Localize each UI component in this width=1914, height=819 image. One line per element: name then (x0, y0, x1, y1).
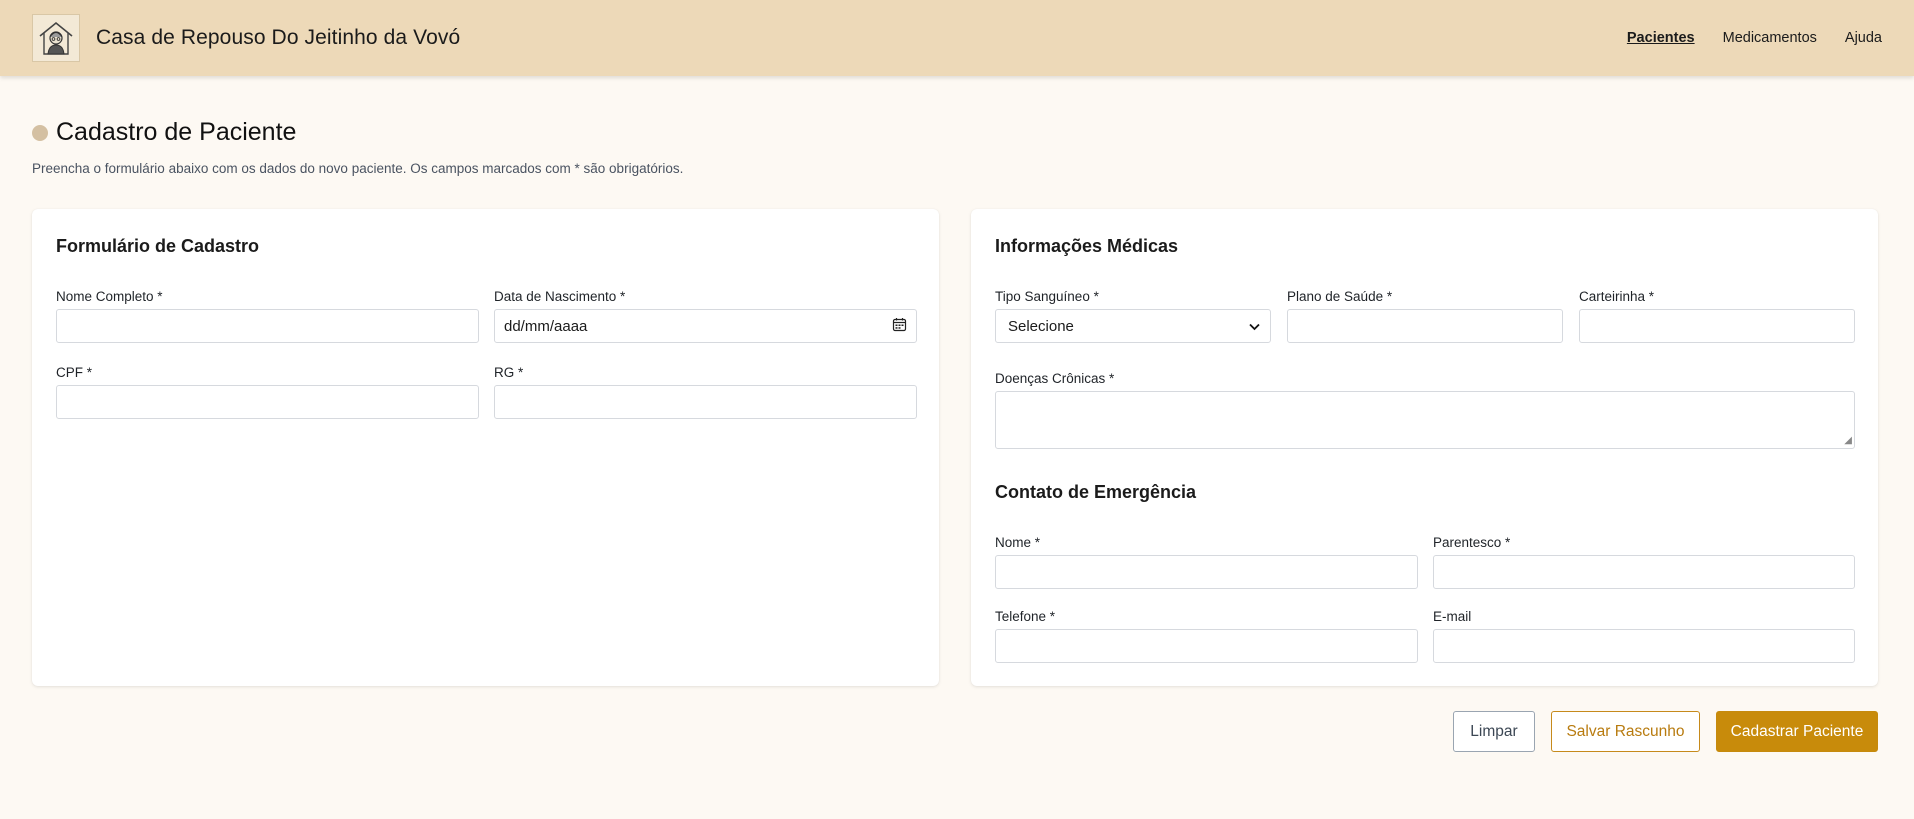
clear-button[interactable]: Limpar (1453, 711, 1535, 752)
app-header: Casa de Repouso Do Jeitinho da Vovó Paci… (0, 0, 1914, 76)
parentesco-input[interactable] (1433, 555, 1855, 589)
parentesco-field: Parentesco * (1433, 535, 1855, 589)
carteirinha-label: Carteirinha * (1579, 289, 1655, 304)
tipo-sanguineo-value: Selecione (1008, 317, 1074, 335)
email-input[interactable] (1433, 629, 1855, 663)
parentesco-label: Parentesco * (1433, 535, 1511, 550)
telefone-field: Telefone * (995, 609, 1418, 663)
nav-item-medicamentos[interactable]: Medicamentos (1723, 30, 1817, 46)
page-title: Cadastro de Paciente (56, 118, 297, 146)
registration-form-title: Formulário de Cadastro (56, 236, 260, 256)
resize-handle-icon[interactable]: ◢ (1844, 436, 1852, 446)
data-nascimento-field: Data de Nascimento * dd/mm/aaaa (494, 289, 917, 343)
registration-form-card: Formulário de Cadastro Nome Completo * D… (32, 209, 939, 686)
cpf-field: CPF * (56, 365, 479, 419)
tipo-sanguineo-field: Tipo Sanguíneo * Selecione (995, 289, 1271, 343)
main-nav: Pacientes Medicamentos Ajuda (1627, 30, 1882, 46)
grandma-house-icon[interactable] (32, 14, 80, 62)
doencas-cronicas-label: Doenças Crônicas * (995, 371, 1115, 386)
nome-completo-field: Nome Completo * (56, 289, 479, 343)
telefone-input[interactable] (995, 629, 1418, 663)
cpf-input[interactable] (56, 385, 479, 419)
telefone-label: Telefone * (995, 609, 1056, 624)
medical-info-title: Informações Médicas (995, 236, 1179, 256)
cpf-label: CPF * (56, 365, 93, 380)
data-nascimento-placeholder: dd/mm/aaaa (504, 317, 588, 335)
plano-saude-input[interactable] (1287, 309, 1563, 343)
nav-item-pacientes[interactable]: Pacientes (1627, 30, 1695, 46)
plano-saude-label: Plano de Saúde * (1287, 289, 1393, 304)
tipo-sanguineo-label: Tipo Sanguíneo * (995, 289, 1099, 304)
emergencia-nome-input[interactable] (995, 555, 1418, 589)
carteirinha-field: Carteirinha * (1579, 289, 1855, 343)
data-nascimento-label: Data de Nascimento * (494, 289, 626, 304)
page-heading: Cadastro de Paciente Preencha o formulár… (32, 118, 683, 176)
emergencia-nome-label: Nome * (995, 535, 1041, 550)
emergency-contact-title: Contato de Emergência (995, 482, 1197, 502)
email-field: E-mail (1433, 609, 1855, 663)
brand-title: Casa de Repouso Do Jeitinho da Vovó (96, 26, 461, 49)
calendar-icon[interactable] (892, 317, 907, 336)
page-subtitle: Preencha o formulário abaixo com os dado… (32, 161, 684, 176)
tipo-sanguineo-select[interactable]: Selecione (995, 309, 1271, 343)
emergencia-nome-field: Nome * (995, 535, 1418, 589)
title-dot-icon (32, 124, 48, 141)
nome-completo-input[interactable] (56, 309, 479, 343)
email-label: E-mail (1433, 609, 1472, 624)
rg-input[interactable] (494, 385, 917, 419)
nav-item-ajuda[interactable]: Ajuda (1845, 30, 1882, 46)
data-nascimento-input[interactable]: dd/mm/aaaa (494, 309, 917, 343)
nome-completo-label: Nome Completo * (56, 289, 163, 304)
rg-label: RG * (494, 365, 524, 380)
rg-field: RG * (494, 365, 917, 419)
plano-saude-field: Plano de Saúde * (1287, 289, 1563, 343)
register-patient-button[interactable]: Cadastrar Paciente (1716, 711, 1878, 752)
carteirinha-input[interactable] (1579, 309, 1855, 343)
save-draft-button[interactable]: Salvar Rascunho (1551, 711, 1700, 752)
chevron-down-icon (1249, 318, 1260, 335)
doencas-cronicas-textarea[interactable]: ◢ (995, 391, 1855, 449)
medical-info-card: Informações Médicas Tipo Sanguíneo * Sel… (971, 209, 1878, 686)
doencas-cronicas-field: Doenças Crônicas * ◢ (995, 371, 1855, 449)
